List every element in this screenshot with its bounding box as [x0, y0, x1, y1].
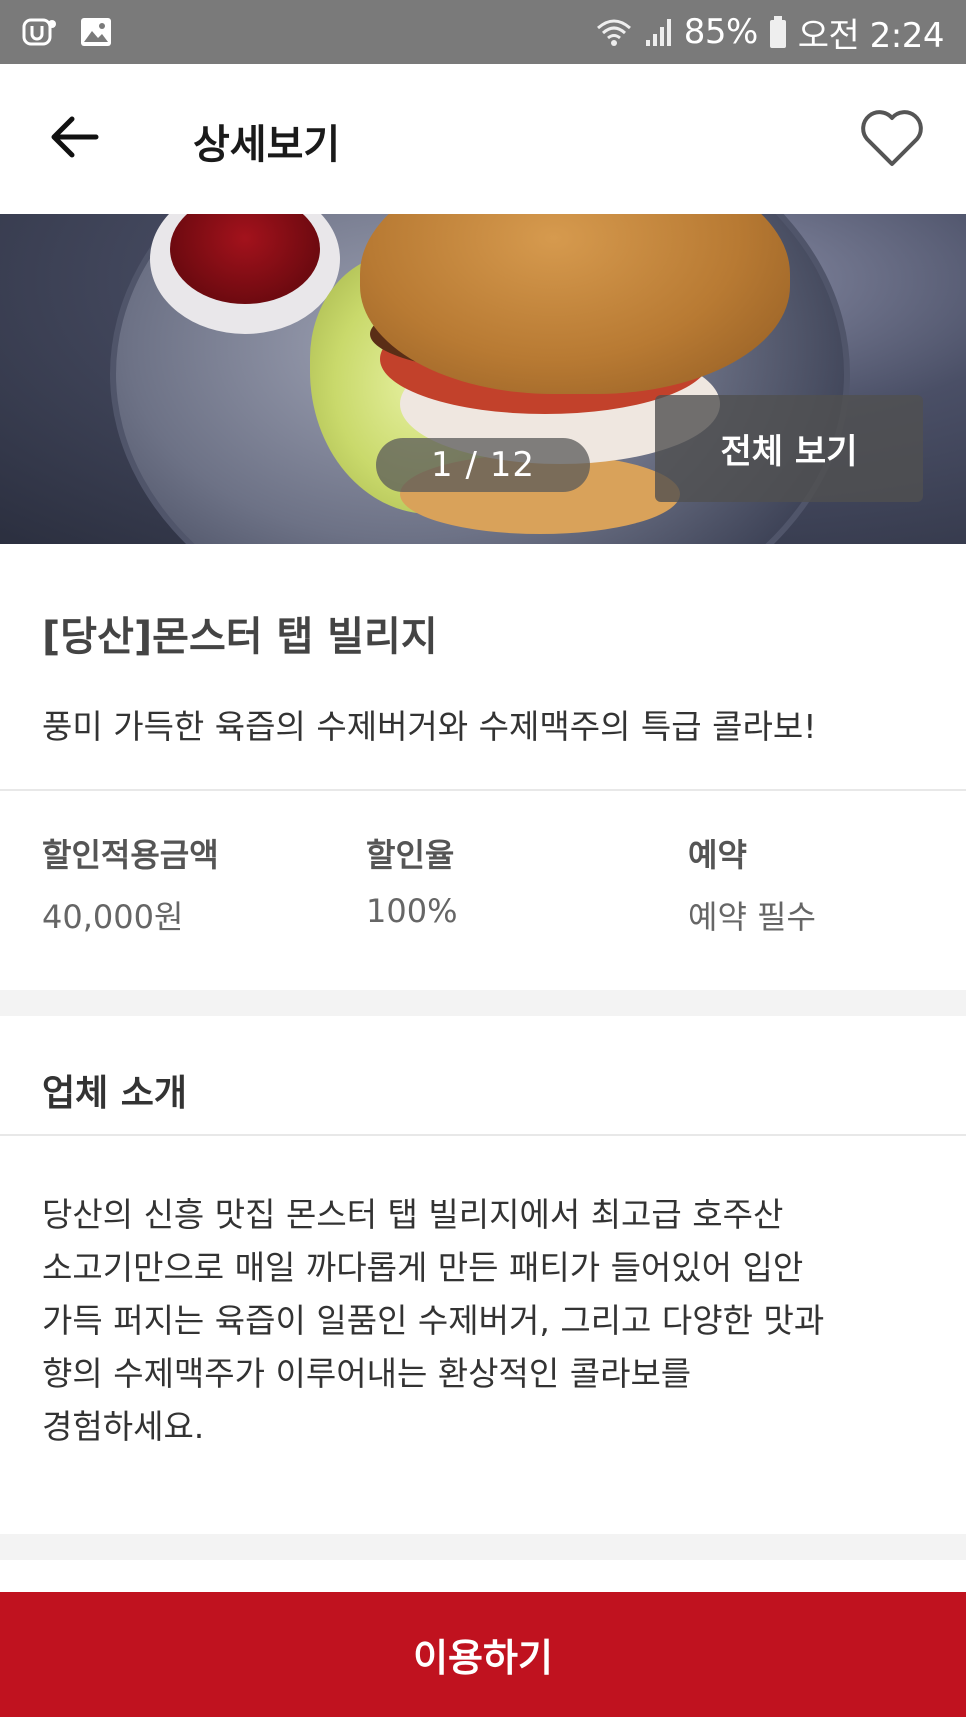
battery-icon — [768, 15, 788, 49]
section-separator — [0, 990, 966, 1016]
divider — [0, 1134, 966, 1136]
gallery-counter: 1 / 12 — [376, 438, 590, 492]
divider — [0, 789, 966, 791]
use-button[interactable]: 이용하기 — [0, 1592, 966, 1717]
wifi-icon — [594, 16, 634, 48]
heart-outline-icon — [859, 108, 925, 172]
view-all-button[interactable]: 전체 보기 — [655, 395, 923, 502]
info-value: 40,000원 — [42, 898, 184, 936]
image-icon — [80, 17, 112, 47]
info-label: 할인율 — [366, 836, 455, 874]
intro-description: 당산의 신흥 맛집 몬스터 탭 빌리지에서 최고급 호주산 소고기만으로 매일 … — [42, 1195, 825, 1446]
clock: 오전 2:24 — [797, 15, 945, 56]
battery-percent: 85% — [683, 12, 759, 52]
section-separator — [0, 1534, 966, 1560]
info-value: 예약 필수 — [688, 898, 816, 936]
info-label: 예약 — [688, 836, 747, 874]
info-value: 100% — [366, 892, 458, 930]
signal-icon — [644, 16, 674, 48]
intro-title: 업체 소개 — [42, 1073, 188, 1114]
arrow-left-icon — [50, 115, 100, 163]
favorite-button[interactable] — [852, 100, 932, 180]
page-title: 상세보기 — [193, 122, 341, 168]
info-discount-amount: 할인적용금액 40,000원 — [42, 830, 219, 938]
app-bar: 상세보기 — [0, 64, 966, 214]
back-button[interactable] — [40, 104, 110, 174]
venue-subtitle: 풍미 가득한 육즙의 수제버거와 수제맥주의 특급 콜라보! — [42, 707, 817, 746]
status-bar: 85% 오전 2:24 — [0, 0, 966, 64]
info-reservation: 예약 예약 필수 — [688, 830, 816, 938]
info-discount-rate: 할인율 100% — [366, 830, 457, 930]
info-row: 할인적용금액 40,000원 할인율 100% 예약 예약 필수 — [0, 800, 966, 990]
info-label: 할인적용금액 — [42, 836, 219, 874]
u-plus-icon — [22, 16, 58, 48]
venue-title: [당산]몬스터 탭 빌리지 — [42, 614, 438, 660]
